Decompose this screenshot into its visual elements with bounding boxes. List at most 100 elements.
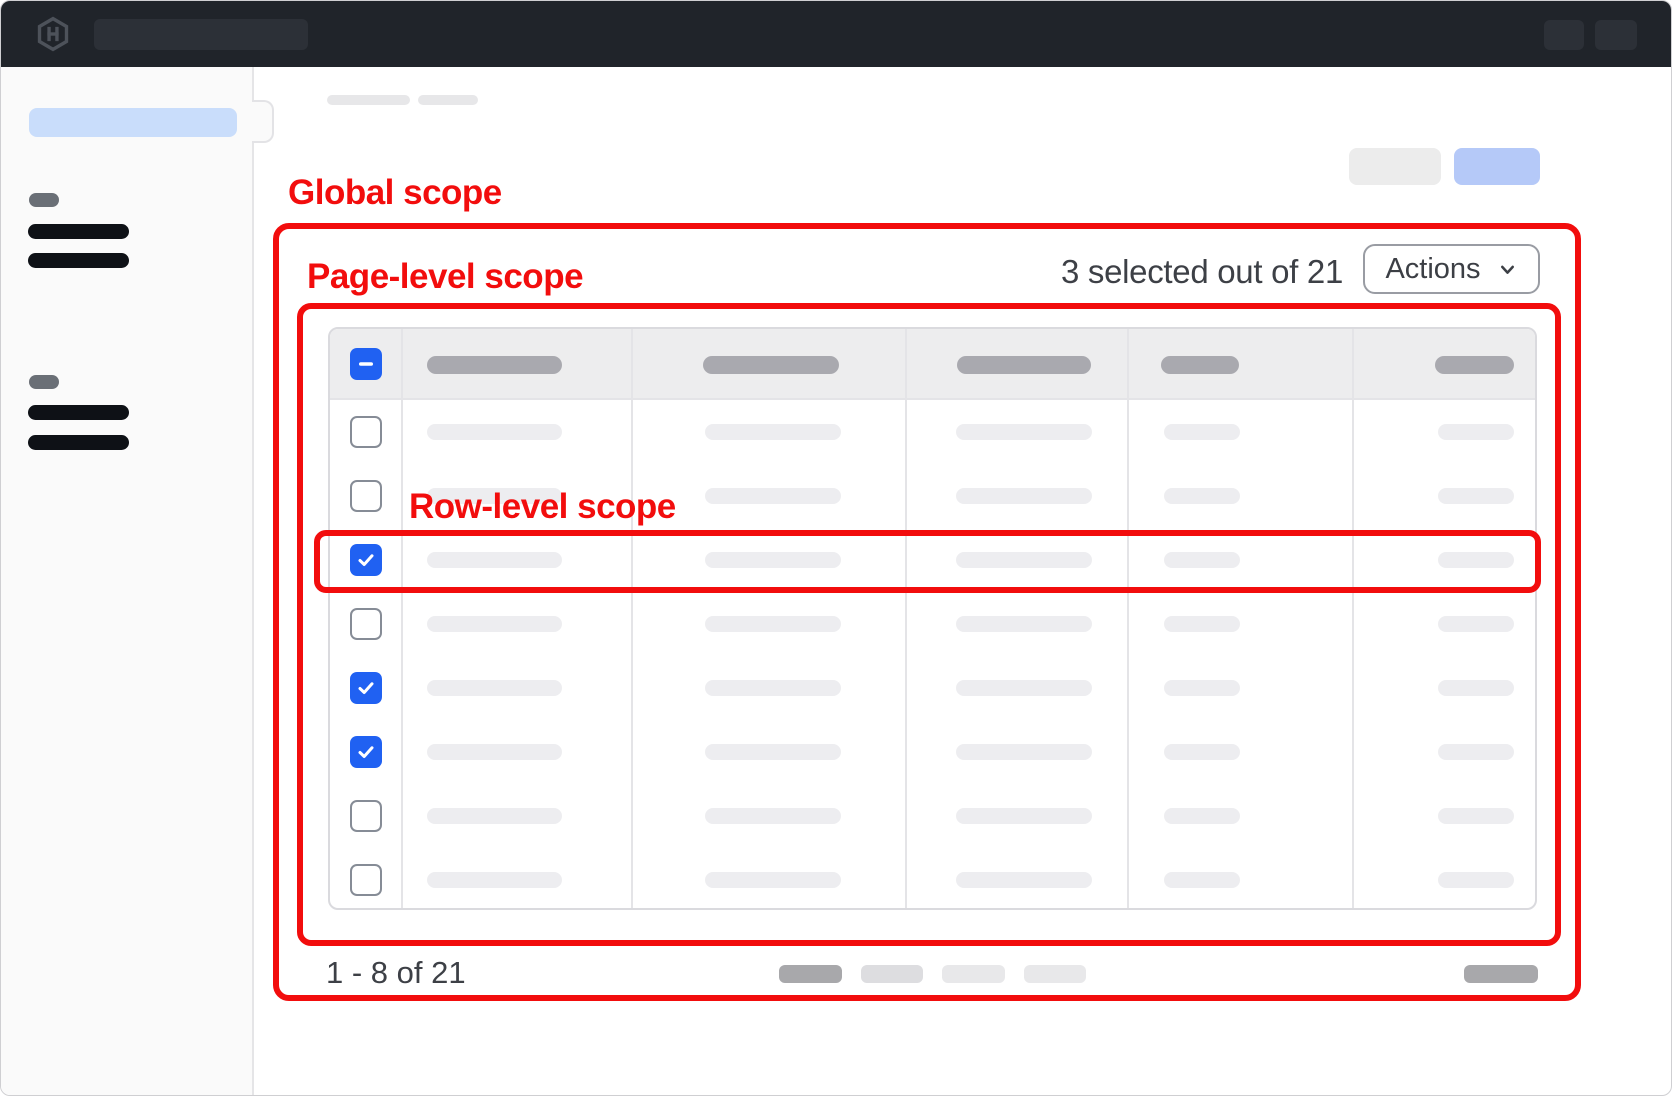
column-header-placeholder — [703, 356, 839, 374]
page-scope-label: Page-level scope — [307, 257, 583, 297]
actions-button-label: Actions — [1385, 253, 1480, 286]
row-checkbox[interactable] — [350, 480, 382, 512]
row-checkbox[interactable] — [350, 608, 382, 640]
hashicorp-logo-icon — [35, 16, 71, 52]
global-scope-label: Global scope — [288, 173, 502, 213]
column-header-placeholder — [957, 356, 1091, 374]
cell-placeholder — [956, 744, 1092, 760]
cell-placeholder — [1164, 872, 1240, 888]
row-checkbox[interactable] — [350, 416, 382, 448]
cell-placeholder — [1164, 552, 1240, 568]
table-row — [330, 848, 1535, 910]
cell-placeholder — [705, 552, 841, 568]
column-divider — [905, 329, 907, 908]
cell-placeholder — [956, 872, 1092, 888]
secondary-button[interactable] — [1349, 148, 1441, 185]
cell-placeholder — [1164, 808, 1240, 824]
column-header-placeholder — [427, 356, 562, 374]
table-row — [330, 784, 1535, 848]
cell-placeholder — [705, 744, 841, 760]
column-divider — [631, 329, 633, 908]
primary-button[interactable] — [1454, 148, 1540, 185]
navbar-action-2[interactable] — [1595, 20, 1637, 50]
cell-placeholder — [1438, 744, 1514, 760]
table-row — [330, 400, 1535, 464]
pagination-page-size[interactable] — [1464, 965, 1538, 983]
cell-placeholder — [1438, 424, 1514, 440]
cell-placeholder — [705, 616, 841, 632]
data-table — [328, 327, 1537, 910]
actions-button[interactable]: Actions — [1363, 244, 1540, 294]
cell-placeholder — [1164, 488, 1240, 504]
cell-placeholder — [1164, 616, 1240, 632]
cell-placeholder — [1438, 552, 1514, 568]
sidebar-flyout-notch — [252, 100, 274, 143]
table-header-row — [330, 329, 1535, 400]
sidebar-section-label-2 — [29, 375, 59, 389]
cell-placeholder — [427, 872, 562, 888]
column-header-placeholder — [1161, 356, 1239, 374]
cell-placeholder — [427, 680, 562, 696]
pagination-page[interactable] — [1024, 965, 1086, 983]
row-checkbox[interactable] — [350, 672, 382, 704]
cell-placeholder — [427, 552, 562, 568]
cell-placeholder — [427, 808, 562, 824]
pagination-range: 1 - 8 of 21 — [326, 955, 466, 991]
check-icon — [356, 550, 376, 570]
row-scope-label: Row-level scope — [409, 487, 676, 527]
cell-placeholder — [956, 488, 1092, 504]
selection-summary: 3 selected out of 21 — [1001, 253, 1343, 291]
chevron-down-icon — [1497, 259, 1518, 280]
pagination-page[interactable] — [942, 965, 1005, 983]
sidebar-section-label-1 — [29, 193, 59, 207]
sidebar-item[interactable] — [28, 435, 129, 450]
breadcrumb-item[interactable] — [327, 95, 410, 105]
cell-placeholder — [427, 744, 562, 760]
cell-placeholder — [956, 424, 1092, 440]
cell-placeholder — [1438, 808, 1514, 824]
table-row-selected — [330, 656, 1535, 720]
sidebar-active-item[interactable] — [29, 108, 237, 137]
cell-placeholder — [956, 616, 1092, 632]
mockup-frame: Global scope Page-level scope Row-level … — [0, 0, 1672, 1096]
cell-placeholder — [1438, 616, 1514, 632]
cell-placeholder — [427, 616, 562, 632]
search-input[interactable] — [94, 19, 308, 50]
minus-icon — [357, 355, 375, 373]
cell-placeholder — [1438, 872, 1514, 888]
top-navbar — [1, 1, 1672, 67]
select-all-checkbox[interactable] — [350, 348, 382, 380]
row-checkbox[interactable] — [350, 864, 382, 896]
cell-placeholder — [705, 488, 841, 504]
table-row — [330, 592, 1535, 656]
pagination-page[interactable] — [861, 965, 923, 983]
cell-placeholder — [705, 424, 841, 440]
row-checkbox[interactable] — [350, 544, 382, 576]
cell-placeholder — [956, 552, 1092, 568]
cell-placeholder — [956, 808, 1092, 824]
cell-placeholder — [1164, 680, 1240, 696]
row-checkbox[interactable] — [350, 800, 382, 832]
cell-placeholder — [427, 424, 562, 440]
row-checkbox[interactable] — [350, 736, 382, 768]
sidebar-item[interactable] — [28, 224, 129, 239]
sidebar-item[interactable] — [28, 253, 129, 268]
sidebar-item[interactable] — [28, 405, 129, 420]
table-row-selected — [330, 528, 1535, 592]
cell-placeholder — [705, 808, 841, 824]
breadcrumb-item[interactable] — [418, 95, 478, 105]
cell-placeholder — [705, 680, 841, 696]
cell-placeholder — [705, 872, 841, 888]
cell-placeholder — [1164, 744, 1240, 760]
check-icon — [356, 742, 376, 762]
check-icon — [356, 678, 376, 698]
cell-placeholder — [1438, 680, 1514, 696]
cell-placeholder — [956, 680, 1092, 696]
cell-placeholder — [1164, 424, 1240, 440]
column-divider — [401, 329, 403, 908]
cell-placeholder — [1438, 488, 1514, 504]
navbar-action-1[interactable] — [1544, 20, 1584, 50]
pagination-page-current[interactable] — [779, 965, 842, 983]
sidebar — [1, 67, 254, 1096]
column-header-placeholder — [1435, 356, 1514, 374]
